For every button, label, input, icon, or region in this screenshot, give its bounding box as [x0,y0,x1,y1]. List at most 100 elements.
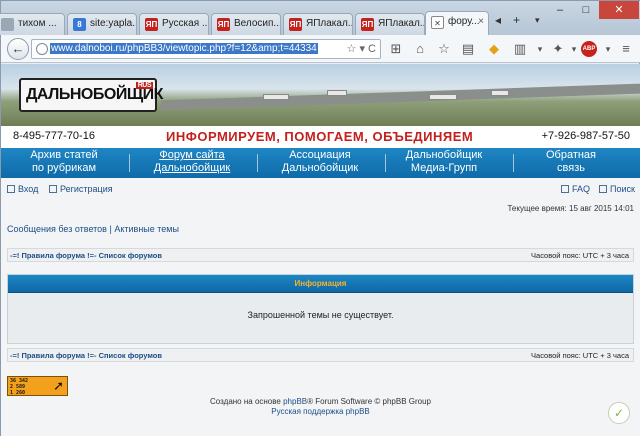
shield-check-icon[interactable]: ✓ [608,402,630,424]
info-message: Запрошенной темы не существует. [247,310,394,320]
generic-page-icon [1,18,14,31]
tab-label: Велосип... [234,18,281,29]
menu-item-media-group[interactable]: Дальнобойщик Медиа-Групп [381,149,507,175]
close-window-button[interactable]: ✕ [599,1,639,19]
menu-line: Ассоциация [289,149,351,161]
menu-line: связь [557,162,585,174]
breadcrumb[interactable]: -=! Правила форума !=- Список форумов [10,351,162,360]
faq-link[interactable]: FAQ [561,184,590,194]
dropdown-icon[interactable]: ▾ [599,41,617,57]
search-link[interactable]: Поиск [599,184,635,194]
breadcrumb-bar: -=! Правила форума !=- Список форумов Ча… [7,248,634,262]
timezone: Часовой пояс: UTC + 3 часа [531,251,629,260]
counter-values: 36 342 2 589 1 260 [10,378,28,396]
unanswered-link[interactable]: Сообщения без ответов [7,224,107,234]
globe-icon [36,43,48,55]
yaplakal-icon: ЯП [145,18,158,31]
phone-right: +7-926-987-57-50 [541,130,630,142]
visitor-counter[interactable]: 36 342 2 589 1 260 ➚ [7,376,68,396]
reading-list-icon[interactable]: ▤ [459,41,477,57]
banner-truck [263,94,289,100]
tab-5[interactable]: ЯП ЯПлакал... [355,13,425,35]
tab-6-active[interactable]: ✕ фору... × [425,11,489,35]
menu-item-feedback[interactable]: Обратная связь [508,149,634,175]
yaplakal-icon: ЯП [289,18,302,31]
menu-line: Дальнобойщик [281,162,359,174]
info-title: Информация [294,279,347,288]
tab-0[interactable]: тихом ... [0,13,65,35]
search-label: Поиск [610,184,635,194]
current-time: Текущее время: 15 авг 2015 14:01 [507,204,634,213]
phpbb-link[interactable]: phpBB [283,397,307,406]
breadcrumb[interactable]: -=! Правила форума !=- Список форумов [10,251,162,260]
menu-line: Дальнобойщик [153,162,231,174]
page-viewport: ДАЛЬНОБОЙЩИК RUS 8-495-777-70-16 ИНФОРМИ… [1,64,640,436]
footer-suffix: ® Forum Software © phpBB Group [307,397,431,406]
site-logo[interactable]: ДАЛЬНОБОЙЩИК RUS [19,78,163,112]
menu-item-forum[interactable]: Форум сайта Дальнобойщик [129,149,255,175]
site-banner: ДАЛЬНОБОЙЩИК RUS [1,64,640,126]
footer-prefix: Создано на основе [210,397,281,406]
timezone: Часовой пояс: UTC + 3 часа [531,351,629,360]
yaplakal-icon: ЯП [361,18,374,31]
back-button[interactable]: ← [7,38,29,60]
minimize-button[interactable]: – [547,1,573,19]
pocket-icon[interactable]: ◆ [485,41,503,57]
url-text[interactable]: www.dalnoboi.ru/phpBB3/viewtopic.php?f=1… [50,43,318,54]
close-tab-icon[interactable]: × [478,16,484,27]
active-topics-link[interactable]: Активные темы [114,224,179,234]
breadcrumb-bar-bottom: -=! Правила форума !=- Список форумов Ча… [7,348,634,362]
tab-strip: тихом ... 8 site:yapla... ЯП Русская ...… [0,1,640,35]
tab-label: ЯПлакал... [378,18,425,29]
tab-1[interactable]: 8 site:yapla... [67,13,137,35]
bookmark-star-icon[interactable]: ☆ [435,41,453,57]
tab-3[interactable]: ЯП Велосип... [211,13,281,35]
counter-line: 1 260 [10,390,26,396]
footer-support: Русская поддержка phpBB [1,407,640,416]
tab-list-icon[interactable]: ▾ [535,15,540,26]
menu-icon[interactable]: ≡ [617,41,635,57]
info-header: Информация [8,275,633,293]
address-bar[interactable]: www.dalnoboi.ru/phpBB3/viewtopic.php?f=1… [31,39,381,59]
site-menu: Архив статей по рубрикам Форум сайта Дал… [1,148,640,178]
tab-2[interactable]: ЯП Русская ... [139,13,209,35]
tab-label: фору... [448,16,480,27]
menu-item-archive[interactable]: Архив статей по рубрикам [1,149,127,175]
help-icon [561,185,569,193]
slogan: ИНФОРМИРУЕМ, ПОМОГАЕМ, ОБЪЕДИНЯЕМ [166,129,474,144]
register-icon [49,185,57,193]
banner-truck [327,90,347,96]
register-label: Регистрация [60,184,113,194]
maximize-button[interactable]: □ [573,1,599,19]
support-link[interactable]: Русская поддержка phpBB [271,407,369,416]
login-link[interactable]: Вход [7,184,38,194]
google-icon: 8 [73,18,86,31]
new-tab-button[interactable]: + [513,13,520,27]
menu-line: Форум сайта [159,149,225,161]
link-separator: | [109,224,112,234]
banner-road [161,83,640,111]
clipboard-icon[interactable]: ▥ [511,41,529,57]
info-panel: Информация Запрошенной темы не существуе… [7,274,634,344]
home-icon[interactable]: ⌂ [411,41,429,57]
tab-label: Русская ... [162,18,209,29]
menu-line: Архив статей [30,149,98,161]
arrow-icon: ➚ [53,378,64,393]
register-link[interactable]: Регистрация [49,184,113,194]
menu-line: Дальнобойщик [405,149,483,161]
tab-4[interactable]: ЯП ЯПлакал... [283,13,353,35]
banner-truck [429,94,457,100]
reload-icon[interactable]: ☆ ▾ C [347,42,376,55]
tab-scroll-left-icon[interactable]: ◂ [495,13,501,27]
login-label: Вход [18,184,39,194]
downloads-icon[interactable]: ⊞ [387,41,405,57]
dropdown-icon[interactable]: ▾ [531,41,549,57]
footer-credit: Создано на основе phpBB® Forum Software … [1,397,640,406]
faq-label: FAQ [572,184,591,194]
tab-label: site:yapla... [90,18,137,29]
login-icon [7,185,15,193]
adblock-icon[interactable]: ABP [581,41,597,57]
contact-strip: 8-495-777-70-16 ИНФОРМИРУЕМ, ПОМОГАЕМ, О… [1,126,640,148]
tab-label: тихом ... [18,18,57,29]
menu-item-association[interactable]: Ассоциация Дальнобойщик [257,149,383,175]
